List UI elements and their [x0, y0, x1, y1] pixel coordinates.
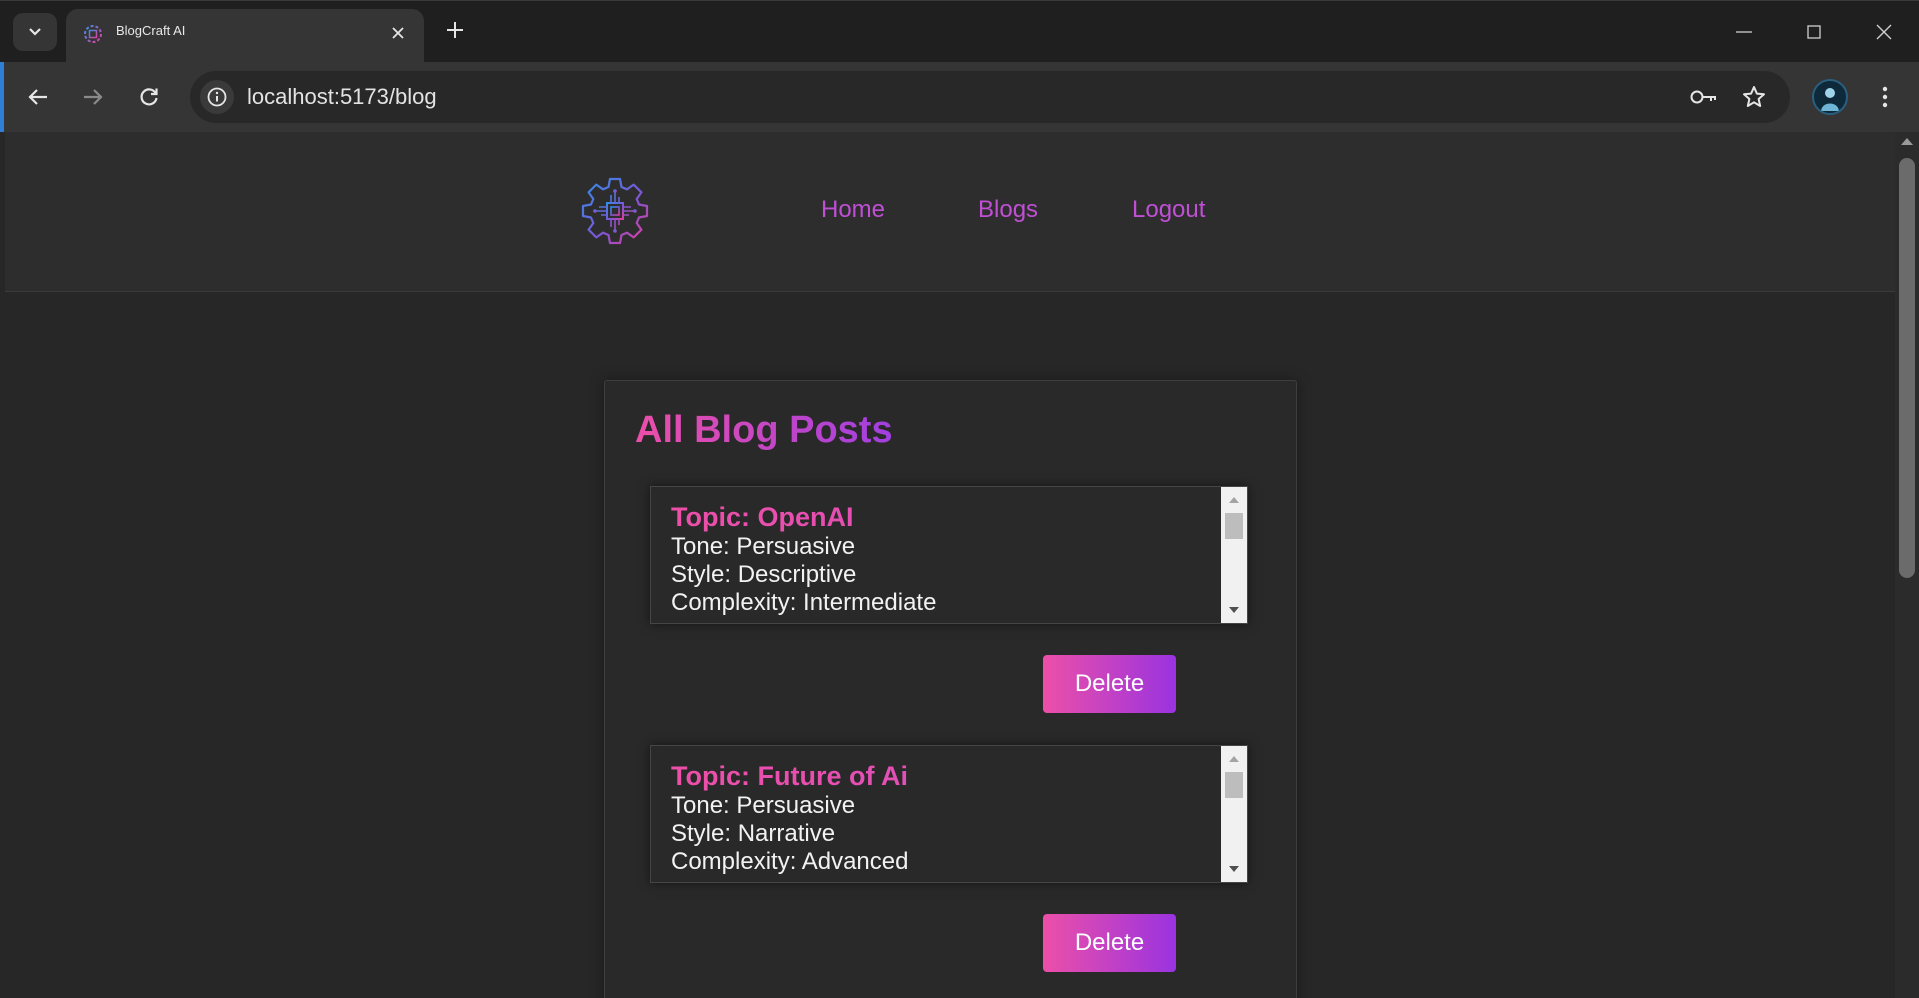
star-icon [1743, 86, 1765, 107]
browser-toolbar: localhost:5173/blog [0, 62, 1919, 132]
post-complexity: Complexity: Advanced [671, 848, 909, 875]
close-icon [392, 27, 404, 39]
maximize-button[interactable] [1794, 15, 1834, 49]
tab-close-button[interactable] [386, 21, 410, 45]
post-style: Style: Narrative [671, 820, 836, 847]
page-scrollbar[interactable] [1895, 132, 1919, 998]
reload-icon [140, 88, 158, 106]
info-icon [207, 87, 227, 107]
reload-button[interactable] [131, 79, 167, 115]
scroll-down-arrow-icon[interactable] [1229, 607, 1239, 613]
minimize-icon [1736, 31, 1752, 33]
delete-post-button[interactable]: Delete [1043, 914, 1176, 972]
blog-post-preview[interactable]: Topic: OpenAI Tone: Persuasive Style: De… [650, 486, 1248, 624]
scrollbar-thumb[interactable] [1225, 513, 1243, 539]
post-style: Style: Descriptive [671, 561, 857, 588]
blogcraft-logo-icon [84, 25, 102, 43]
avatar[interactable] [1812, 79, 1848, 115]
kebab-menu-icon [1882, 86, 1888, 108]
scrollbar-thumb[interactable] [1225, 772, 1243, 798]
post-scrollbar[interactable] [1221, 746, 1247, 882]
close-icon [1876, 24, 1892, 40]
arrow-left-icon [28, 89, 47, 105]
post-tone: Tone: Persuasive [671, 792, 856, 819]
post-topic: Topic: OpenAI [671, 501, 1221, 533]
password-manager-button[interactable] [1688, 81, 1720, 113]
url-text: localhost:5173/blog [247, 84, 437, 109]
window-accent-edge [0, 62, 4, 132]
key-icon [1690, 90, 1716, 104]
maximize-icon [1807, 25, 1821, 39]
tab-strip: BlogCraft AI [0, 0, 1919, 63]
browser-tab[interactable]: BlogCraft AI [66, 9, 424, 63]
post-scrollbar[interactable] [1221, 487, 1247, 623]
post-complexity: Complexity: Intermediate [671, 589, 937, 616]
nav-link-home[interactable]: Home [821, 196, 885, 224]
blogcraft-logo-icon[interactable] [579, 175, 651, 247]
bookmark-button[interactable] [1738, 81, 1770, 113]
arrow-right-icon [84, 89, 103, 105]
post-content: Topic: Future of Ai Tone: Persuasive Sty… [671, 760, 1221, 880]
plus-icon [447, 22, 463, 38]
scroll-down-arrow-icon[interactable] [1229, 866, 1239, 872]
page-title: All Blog Posts [635, 409, 893, 451]
delete-post-button[interactable]: Delete [1043, 655, 1176, 713]
tab-search-button[interactable] [13, 13, 57, 51]
post-topic: Topic: Future of Ai [671, 760, 1221, 792]
scroll-up-arrow-icon[interactable] [1229, 497, 1239, 503]
forward-button[interactable] [75, 79, 111, 115]
post-tone: Tone: Persuasive [671, 533, 856, 560]
nav-link-blogs[interactable]: Blogs [978, 196, 1038, 224]
chevron-down-icon [29, 28, 41, 36]
address-bar[interactable]: localhost:5173/blog [190, 71, 1790, 123]
blog-posts-card: All Blog Posts Topic: OpenAI Tone: Persu… [604, 380, 1297, 998]
close-window-button[interactable] [1864, 15, 1904, 49]
back-button[interactable] [20, 79, 56, 115]
nav-link-logout[interactable]: Logout [1132, 196, 1205, 224]
browser-menu-button[interactable] [1870, 79, 1900, 115]
page-viewport: Home Blogs Logout All Blog Posts Topic: … [5, 132, 1895, 998]
scroll-up-arrow-icon[interactable] [1229, 756, 1239, 762]
minimize-button[interactable] [1724, 15, 1764, 49]
tab-title: BlogCraft AI [116, 23, 186, 38]
scrollbar-thumb[interactable] [1899, 158, 1915, 578]
profile-avatar-image [1821, 88, 1839, 111]
blog-post-preview[interactable]: Topic: Future of Ai Tone: Persuasive Sty… [650, 745, 1248, 883]
site-header: Home Blogs Logout [5, 132, 1895, 292]
new-tab-button[interactable] [440, 15, 470, 45]
site-info-button[interactable] [200, 80, 234, 114]
post-content: Topic: OpenAI Tone: Persuasive Style: De… [671, 501, 1221, 621]
scroll-up-arrow-icon[interactable] [1901, 138, 1913, 145]
